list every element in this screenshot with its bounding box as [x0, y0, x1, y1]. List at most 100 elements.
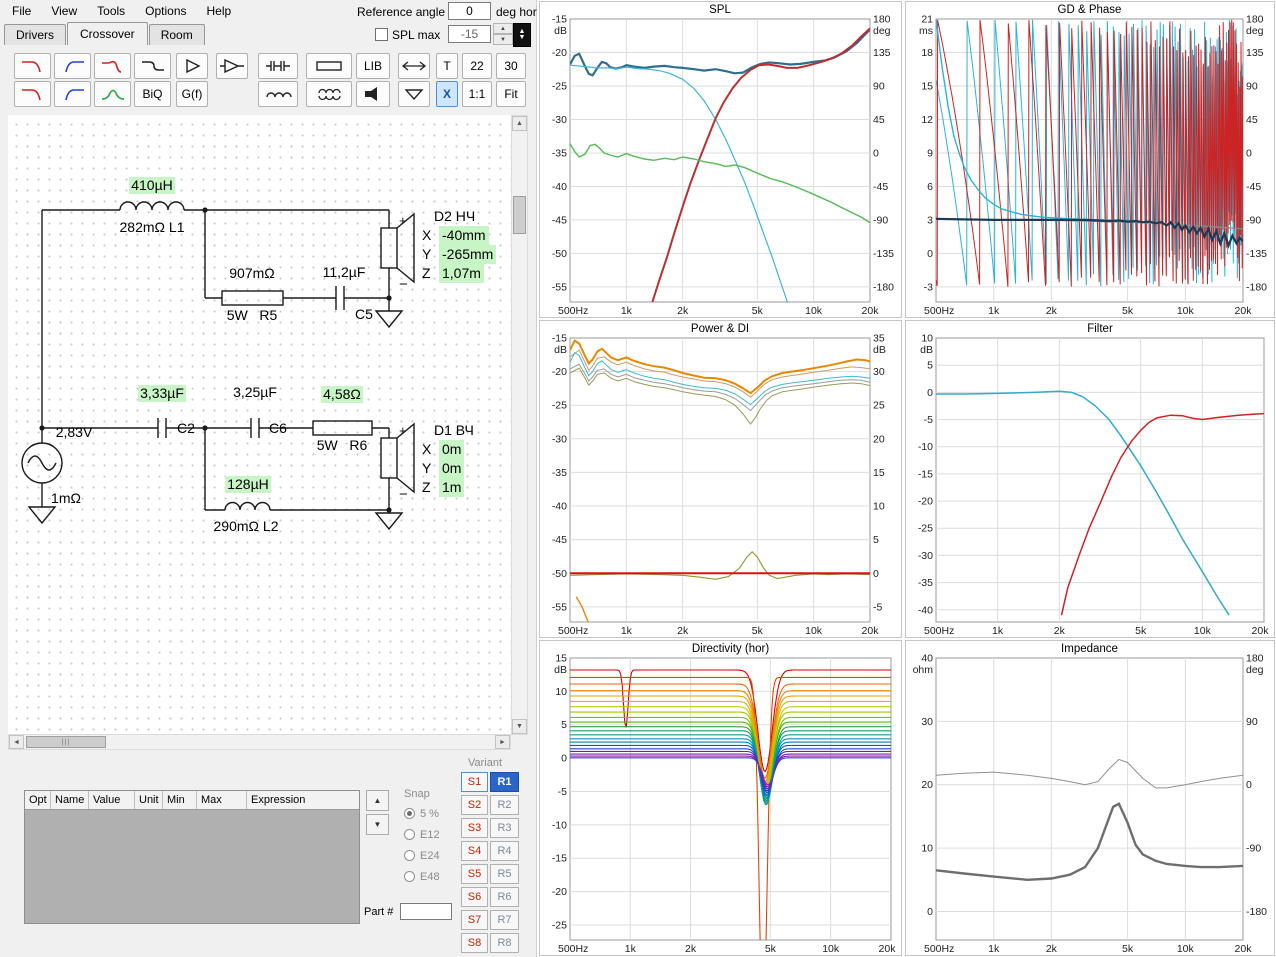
inductor-L1[interactable] — [119, 201, 185, 211]
scroll-down-icon[interactable]: ▼ — [512, 719, 527, 734]
ground-button[interactable] — [398, 81, 430, 107]
variant-s1-button[interactable]: S1 — [461, 772, 488, 792]
menu-tools[interactable]: Tools — [87, 0, 135, 22]
resistor-R5[interactable] — [221, 290, 284, 306]
variant-s7-button[interactable]: S7 — [461, 910, 488, 930]
svg-text:-10: -10 — [918, 441, 933, 453]
tab-crossover[interactable]: Crossover — [67, 22, 148, 45]
menu-view[interactable]: View — [41, 0, 87, 22]
gain-block-button[interactable]: G(f) — [176, 81, 208, 107]
spl-max-input[interactable] — [448, 25, 491, 43]
variant-r8-button[interactable]: R8 — [490, 933, 519, 953]
opamp-button[interactable] — [216, 53, 248, 79]
driver-button[interactable] — [356, 81, 390, 107]
D2-z-value[interactable]: 1,07m — [439, 264, 484, 283]
inductor-button[interactable] — [258, 81, 298, 107]
variant-r3-button[interactable]: R3 — [490, 818, 519, 838]
menu-file[interactable]: File — [2, 0, 41, 22]
R5-value[interactable]: 907mΩ — [227, 265, 277, 282]
snap-e24-radio[interactable] — [404, 850, 415, 861]
variant-r7-button[interactable]: R7 — [490, 910, 519, 930]
svg-text:20k: 20k — [1235, 943, 1253, 955]
resistor-button[interactable] — [306, 53, 352, 79]
scroll-up-icon[interactable]: ▲ — [512, 116, 527, 131]
autoscale-button[interactable]: ▲ ▼ — [513, 23, 531, 47]
lib-button[interactable]: LIB — [356, 53, 390, 79]
variant-r5-button[interactable]: R5 — [490, 864, 519, 884]
wire-button[interactable] — [398, 53, 430, 79]
vertical-scrollbar[interactable]: ▲ ▼ — [511, 115, 528, 735]
tab-drivers[interactable]: Drivers — [4, 24, 66, 45]
variant-s8-button[interactable]: S8 — [461, 933, 488, 953]
spl-max-checkbox[interactable] — [375, 28, 388, 41]
schematic-canvas[interactable]: + − + − 410µH 282mΩ L1 907mΩ 5W R5 11,2µ… — [8, 115, 511, 734]
vertical-scroll-thumb[interactable] — [513, 196, 526, 234]
C5-value[interactable]: 11,2µF — [321, 264, 368, 281]
capacitor-button[interactable] — [258, 53, 298, 79]
L1-value[interactable]: 410µH — [129, 177, 175, 194]
move-down-button[interactable]: ▼ — [366, 814, 389, 835]
highpass-b-button[interactable] — [54, 81, 91, 107]
zoom-fit-button[interactable]: Fit — [496, 81, 526, 107]
highpass-button[interactable] — [54, 53, 91, 79]
D2-y-value[interactable]: -265mm — [439, 245, 497, 264]
snap-e12-radio[interactable] — [404, 829, 415, 840]
spin-up-icon[interactable]: ▲ — [493, 23, 513, 34]
bandpass-button[interactable] — [94, 81, 131, 107]
t-node-button[interactable]: T — [436, 53, 458, 79]
variant-s3-button[interactable]: S3 — [461, 818, 488, 838]
ground-symbol-2[interactable] — [27, 506, 57, 525]
L2-value[interactable]: 128µH — [225, 476, 271, 493]
D2-x-value[interactable]: -40mm — [439, 226, 489, 245]
scroll-right-icon[interactable]: ► — [495, 735, 510, 749]
source-voltage[interactable]: 2,83V — [54, 424, 95, 441]
move-up-button[interactable]: ▲ — [366, 790, 389, 811]
scroll-left-icon[interactable]: ◄ — [9, 735, 24, 749]
lowpass2-button[interactable] — [94, 53, 131, 79]
variant-r6-button[interactable]: R6 — [490, 887, 519, 907]
variant-s2-button[interactable]: S2 — [461, 795, 488, 815]
inductor-L2[interactable] — [224, 501, 271, 511]
tab-room[interactable]: Room — [148, 24, 205, 45]
part-input[interactable] — [400, 903, 452, 920]
grid30-button[interactable]: 30 — [496, 53, 526, 79]
spin-down-icon[interactable]: ▼ — [493, 34, 513, 45]
shelf-button[interactable] — [134, 53, 171, 79]
delete-mode-button[interactable]: X — [436, 81, 458, 107]
biquad-button[interactable]: BiQ — [134, 81, 171, 107]
spl-max-spinner[interactable]: ▲ ▼ — [493, 23, 513, 47]
driver-D2[interactable] — [380, 227, 398, 269]
buffer-button[interactable] — [176, 53, 208, 79]
capacitor-C5[interactable] — [335, 286, 345, 310]
menu-options[interactable]: Options — [135, 0, 196, 22]
R6-value[interactable]: 4,58Ω — [321, 386, 363, 403]
variant-r4-button[interactable]: R4 — [490, 841, 519, 861]
D1-y-value[interactable]: 0m — [439, 459, 465, 478]
ground-symbol-1[interactable] — [374, 310, 404, 329]
resistor-R6[interactable] — [312, 420, 373, 436]
variant-s6-button[interactable]: S6 — [461, 887, 488, 907]
ground-symbol-3[interactable] — [374, 512, 404, 531]
horizontal-scroll-thumb[interactable]: ||| — [26, 736, 106, 748]
grid22-button[interactable]: 22 — [462, 53, 492, 79]
transformer-button[interactable] — [306, 81, 352, 107]
reference-angle-input[interactable] — [448, 2, 491, 20]
lowpass-b-button[interactable] — [14, 81, 51, 107]
menu-help[interactable]: Help — [197, 0, 242, 22]
variant-r2-button[interactable]: R2 — [490, 795, 519, 815]
C6-value[interactable]: 3,25µF — [231, 384, 279, 401]
horizontal-scrollbar[interactable]: ◄ ||| ► — [8, 734, 511, 750]
D1-z-value[interactable]: 1m — [439, 478, 465, 497]
snap-5pct-radio[interactable] — [404, 808, 415, 819]
lowpass-button[interactable] — [14, 53, 51, 79]
variant-s5-button[interactable]: S5 — [461, 864, 488, 884]
snap-e48-radio[interactable] — [404, 871, 415, 882]
variant-s4-button[interactable]: S4 — [461, 841, 488, 861]
D1-x-value[interactable]: 0m — [439, 440, 465, 459]
driver-D1[interactable] — [380, 437, 398, 479]
C2-value[interactable]: 3,33µF — [138, 385, 186, 402]
zoom-1to1-button[interactable]: 1:1 — [462, 81, 492, 107]
svg-text:-30: -30 — [918, 550, 933, 562]
variant-r1-button[interactable]: R1 — [490, 772, 519, 792]
chart-gd-phase: GD & Phase 21 18 15 12 9 6 3 0 -3 ms 180 135 90 45 0 -45… — [905, 1, 1275, 318]
